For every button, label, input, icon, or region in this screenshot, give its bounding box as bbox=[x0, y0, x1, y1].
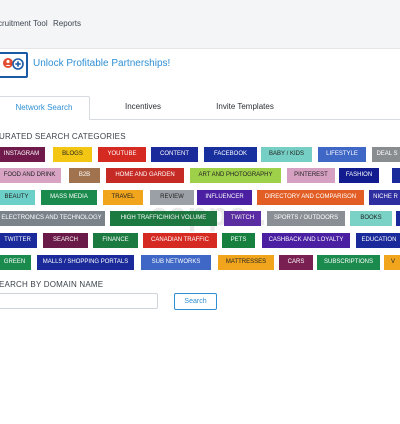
category-chip[interactable]: INSTAGRAM bbox=[0, 147, 45, 162]
category-chip[interactable]: B2B bbox=[69, 168, 100, 183]
category-chip[interactable]: EDUCATION bbox=[356, 233, 400, 248]
category-chip[interactable]: CASHBACK AND LOYALTY bbox=[262, 233, 350, 248]
category-chip[interactable]: SPORTS / OUTDOORS bbox=[267, 211, 345, 226]
domain-search-title: EARCH BY DOMAIN NAME bbox=[0, 280, 104, 289]
category-chip[interactable]: FOOD AND DRINK bbox=[0, 168, 61, 183]
category-chip[interactable]: MALLS / SHOPPING PORTALS bbox=[37, 255, 134, 270]
category-chip[interactable]: CONTENT bbox=[151, 147, 198, 162]
category-chip[interactable]: ELECTRONICS AND TECHNOLOGY bbox=[0, 211, 105, 226]
category-chip[interactable]: PETS bbox=[222, 233, 255, 248]
category-chip[interactable]: MASS MEDIA bbox=[41, 190, 97, 205]
category-chip[interactable]: SUBSCRIPTIONS bbox=[317, 255, 380, 270]
category-chip[interactable]: HIGH TRAFFIC/HIGH VOLUME bbox=[110, 211, 217, 226]
nav-item-recruitment-tool[interactable]: cruitment Tool bbox=[0, 19, 48, 28]
category-chip[interactable]: FASHION bbox=[339, 168, 379, 183]
category-chip[interactable]: BEAUTY bbox=[0, 190, 35, 205]
tab-incentives[interactable]: Incentives bbox=[104, 96, 182, 118]
category-chip[interactable] bbox=[396, 211, 400, 226]
category-chip[interactable]: FINANCE bbox=[93, 233, 138, 248]
category-chip[interactable]: BLOGS bbox=[53, 147, 92, 162]
category-chip[interactable]: MATTRESSES bbox=[218, 255, 274, 270]
tab-invite-templates[interactable]: Invite Templates bbox=[204, 96, 286, 118]
page-title: Unlock Profitable Partnerships! bbox=[33, 58, 171, 69]
category-chip[interactable]: TWITTER bbox=[0, 233, 37, 248]
category-chip[interactable]: PINTEREST bbox=[287, 168, 335, 183]
category-chip[interactable]: FACEBOOK bbox=[204, 147, 257, 162]
nav-item-reports[interactable]: Reports bbox=[53, 19, 81, 28]
category-chip[interactable]: BOOKS bbox=[350, 211, 392, 226]
category-chip[interactable]: DIRECTORY AND COMPARISON bbox=[257, 190, 364, 205]
domain-search-input[interactable] bbox=[0, 293, 158, 309]
category-chip[interactable]: ART AND PHOTOGRAPHY bbox=[190, 168, 281, 183]
category-chip[interactable]: CANADIAN TRAFFIC bbox=[143, 233, 217, 248]
tab-network-search[interactable]: Network Search bbox=[0, 96, 90, 120]
category-chip[interactable]: INFLUENCER bbox=[197, 190, 252, 205]
category-chip[interactable]: REVIEW bbox=[150, 190, 194, 205]
partnership-logo-icon bbox=[0, 52, 28, 78]
category-chip[interactable]: NICHE R bbox=[369, 190, 400, 205]
category-chip[interactable]: TRAVEL bbox=[103, 190, 143, 205]
category-chip[interactable]: CARS bbox=[279, 255, 313, 270]
category-chip[interactable]: LIFESTYLE bbox=[318, 147, 366, 162]
category-chip[interactable]: DEAL S bbox=[372, 147, 400, 162]
search-button[interactable]: Search bbox=[174, 293, 217, 310]
category-chip[interactable]: TWITCH bbox=[224, 211, 261, 226]
category-chip[interactable]: GREEN bbox=[0, 255, 31, 270]
category-chip[interactable]: V bbox=[384, 255, 400, 270]
category-chip[interactable]: BABY / KIDS bbox=[261, 147, 312, 162]
category-chip[interactable]: HOME AND GARDEN bbox=[106, 168, 184, 183]
category-chip[interactable] bbox=[392, 168, 400, 183]
category-chip[interactable]: YOUTUBE bbox=[98, 147, 146, 162]
curated-categories-title: URATED SEARCH CATEGORIES bbox=[0, 132, 126, 141]
category-chip[interactable]: SUB NETWORKS bbox=[141, 255, 211, 270]
top-nav: cruitment Tool Reports bbox=[0, 0, 400, 49]
category-chip[interactable]: SEARCH bbox=[43, 233, 88, 248]
tab-bar: Network Search Incentives Invite Templat… bbox=[0, 96, 400, 120]
